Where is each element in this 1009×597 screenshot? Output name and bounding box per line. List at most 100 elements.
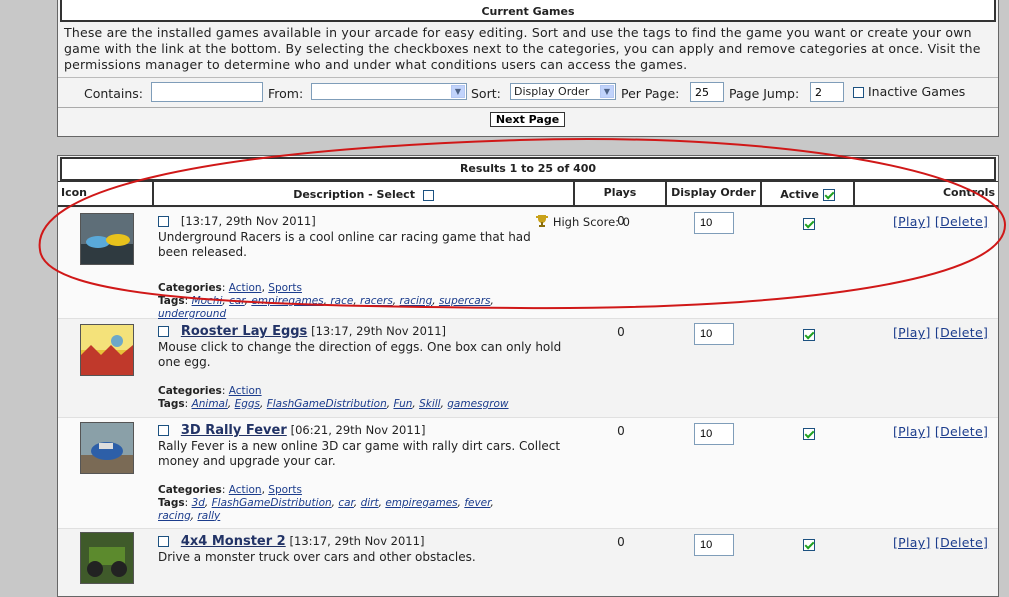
game-description: [13:17, 29th Nov 2011] High Score: 0 Und… <box>158 214 630 321</box>
game-date: [13:17, 29th Nov 2011] <box>289 534 425 548</box>
trophy-icon <box>536 215 549 227</box>
play-link[interactable]: [Play] <box>893 214 931 229</box>
tag-link[interactable]: race <box>330 295 353 307</box>
tag-link[interactable]: dirt <box>361 497 379 509</box>
filter-bar: Contains: From: ▼ Sort: Display Order ▼ … <box>58 77 998 106</box>
game-select-checkbox[interactable] <box>158 425 169 436</box>
delete-link[interactable]: [Delete] <box>935 325 988 340</box>
row-controls: [Play] [Delete] <box>893 214 988 229</box>
dropdown-arrow-icon: ▼ <box>600 85 614 98</box>
divider <box>58 107 998 108</box>
sort-label: Sort: <box>471 86 501 101</box>
current-games-header: Current Games <box>60 0 996 22</box>
tag-link[interactable]: Skill <box>419 398 441 410</box>
delete-link[interactable]: [Delete] <box>935 214 988 229</box>
category-link[interactable]: Action <box>229 385 262 397</box>
tag-link[interactable]: rally <box>197 510 220 522</box>
game-thumbnail <box>80 422 134 474</box>
sort-select[interactable]: Display Order ▼ <box>510 83 616 100</box>
tag-link[interactable]: Animal <box>192 398 228 410</box>
tag-link[interactable]: racing <box>158 510 191 522</box>
delete-link[interactable]: [Delete] <box>935 535 988 550</box>
game-title-link[interactable]: 3D Rally Fever <box>181 423 287 438</box>
game-tags: Tags: Animal, Eggs, FlashGameDistributio… <box>158 397 509 410</box>
category-link[interactable]: Action <box>229 484 262 496</box>
category-link[interactable]: Action <box>229 282 262 294</box>
game-categories: Categories: Action <box>158 384 262 397</box>
results-header: Results 1 to 25 of 400 <box>60 157 996 181</box>
tag-link[interactable]: supercars <box>439 295 491 307</box>
table-row: 3D Rally Fever [06:21, 29th Nov 2011] Ra… <box>58 418 998 529</box>
game-select-checkbox[interactable] <box>158 216 169 227</box>
tag-link[interactable]: racers <box>360 295 393 307</box>
col-plays-header: Plays <box>574 181 666 207</box>
game-summary: Underground Racers is a cool online car … <box>158 229 531 260</box>
game-description: 3D Rally Fever [06:21, 29th Nov 2011] Ra… <box>158 423 570 523</box>
contains-input[interactable] <box>151 82 263 102</box>
inactive-games-toggle[interactable]: Inactive Games <box>853 84 965 99</box>
tag-link[interactable]: underground <box>158 308 226 320</box>
tag-link[interactable]: fever <box>464 497 490 509</box>
inactive-games-checkbox[interactable] <box>853 87 864 98</box>
tag-link[interactable]: car <box>229 295 245 307</box>
play-link[interactable]: [Play] <box>893 325 931 340</box>
plays-count: 0 <box>617 214 625 228</box>
game-select-checkbox[interactable] <box>158 536 169 547</box>
active-checkbox[interactable] <box>803 538 815 551</box>
per-page-label: Per Page: <box>621 86 680 101</box>
plays-count: 0 <box>617 325 625 339</box>
game-description: Rooster Lay Eggs [13:17, 29th Nov 2011] … <box>158 324 570 411</box>
table-row: Rooster Lay Eggs [13:17, 29th Nov 2011] … <box>58 319 998 418</box>
game-categories: Categories: Action, Sports <box>158 281 302 294</box>
category-link[interactable]: Sports <box>268 282 302 294</box>
play-link[interactable]: [Play] <box>893 535 931 550</box>
row-controls: [Play] [Delete] <box>893 325 988 340</box>
game-select-checkbox[interactable] <box>158 326 169 337</box>
select-all-checkbox[interactable] <box>422 189 434 201</box>
tag-link[interactable]: FlashGameDistribution <box>212 497 332 509</box>
tag-link[interactable]: Mochi <box>192 295 223 307</box>
tag-link[interactable]: Eggs <box>235 398 260 410</box>
tag-link[interactable]: car <box>338 497 354 509</box>
contains-label: Contains: <box>84 86 143 101</box>
display-order-input[interactable] <box>694 534 734 556</box>
from-select[interactable]: ▼ <box>311 83 467 100</box>
display-order-input[interactable] <box>694 323 734 345</box>
display-order-input[interactable] <box>694 212 734 234</box>
per-page-input[interactable] <box>690 82 724 102</box>
game-summary: Rally Fever is a new online 3D car game … <box>158 438 561 469</box>
game-date: [13:17, 29th Nov 2011] <box>180 214 316 228</box>
inactive-games-label: Inactive Games <box>867 84 966 99</box>
active-checkbox[interactable] <box>803 217 815 230</box>
play-link[interactable]: [Play] <box>893 424 931 439</box>
display-order-input[interactable] <box>694 423 734 445</box>
row-controls: [Play] [Delete] <box>893 535 988 550</box>
tag-link[interactable]: FlashGameDistribution <box>267 398 387 410</box>
game-summary: Drive a monster truck over cars and othe… <box>158 549 476 564</box>
game-thumbnail <box>80 532 134 584</box>
game-title-link[interactable]: 4x4 Monster 2 <box>181 534 286 549</box>
plays-count: 0 <box>617 535 625 549</box>
game-tags: Tags: Mochi, car, empiregames, race, rac… <box>158 294 494 320</box>
col-description-header: Description - Select <box>153 181 574 207</box>
game-categories: Categories: Action, Sports <box>158 483 302 496</box>
category-link[interactable]: Sports <box>268 484 302 496</box>
tag-link[interactable]: Fun <box>393 398 412 410</box>
game-title-link[interactable]: Rooster Lay Eggs <box>181 324 307 339</box>
plays-count: 0 <box>617 424 625 438</box>
active-checkbox[interactable] <box>803 427 815 440</box>
delete-link[interactable]: [Delete] <box>935 424 988 439</box>
col-display-order-header: Display Order <box>666 181 761 207</box>
page-jump-input[interactable] <box>810 82 844 102</box>
tag-link[interactable]: racing <box>399 295 432 307</box>
active-all-checkbox[interactable] <box>822 189 835 201</box>
game-description: 4x4 Monster 2 [13:17, 29th Nov 2011] Dri… <box>158 534 570 565</box>
tag-link[interactable]: 3d <box>192 497 205 509</box>
tag-link[interactable]: empiregames <box>251 295 323 307</box>
active-checkbox[interactable] <box>803 328 815 341</box>
tag-link[interactable]: gamesgrow <box>447 398 508 410</box>
tag-link[interactable]: empiregames <box>385 497 457 509</box>
row-controls: [Play] [Delete] <box>893 424 988 439</box>
page-jump-label: Page Jump: <box>729 86 800 101</box>
next-page-button[interactable]: Next Page <box>490 112 565 127</box>
